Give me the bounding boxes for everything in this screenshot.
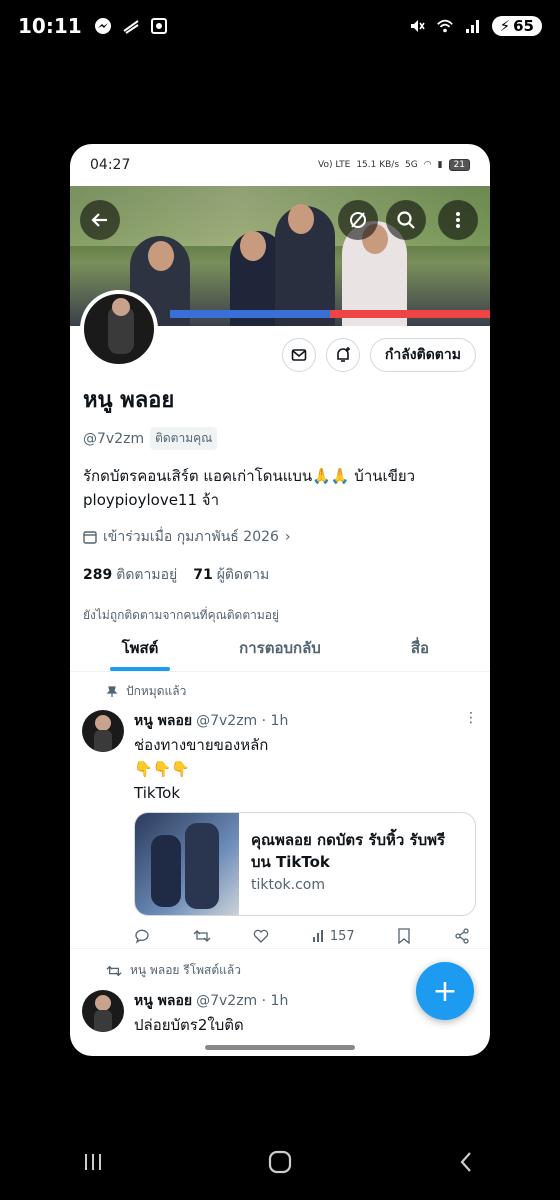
followers-link[interactable]: 71 ผู้ติดตาม: [193, 564, 269, 586]
inner-battery: 21: [448, 159, 470, 171]
back-nav-icon[interactable]: [455, 1150, 479, 1181]
heart-icon: [254, 929, 269, 943]
repost-button[interactable]: [193, 928, 211, 944]
profile-name: หนู พลอย: [83, 388, 175, 413]
joined-date[interactable]: เข้าร่วมเมื่อ กุมภาพันธ์ 2026 ›: [83, 526, 477, 548]
more-vertical-icon: [456, 212, 460, 228]
os-time: 10:11: [18, 14, 82, 38]
envelope-icon: [291, 349, 307, 361]
like-button[interactable]: [253, 928, 269, 944]
back-button[interactable]: [80, 200, 120, 240]
mute-icon: [408, 17, 426, 35]
following-button[interactable]: กำลังติดตาม: [369, 338, 476, 372]
views-button[interactable]: 157: [312, 928, 355, 944]
share-button[interactable]: [454, 928, 470, 944]
tab-media[interactable]: สื่อ: [350, 624, 490, 671]
inner-signal-icon: ▮: [437, 160, 443, 170]
inner-wifi-icon: ◠: [423, 160, 432, 170]
profile-screenshot-card: 04:27 Vo) LTE 15.1 KB/s 5G ◠ ▮ 21 กำลังต…: [70, 144, 490, 1056]
os-status-bar: 10:11 ⚡ 65: [0, 0, 560, 52]
home-indicator: [205, 1045, 355, 1050]
bookmark-icon: [398, 928, 410, 944]
inner-status-bar: 04:27 Vo) LTE 15.1 KB/s 5G ◠ ▮ 21: [70, 144, 490, 186]
pinned-label: ปักหมุดแล้ว: [106, 682, 186, 701]
post-author[interactable]: หนู พลอย: [134, 990, 192, 1012]
share-icon: [455, 928, 469, 944]
profile-bio: รักดบัตรคอนเสิร์ต แอคเก่าโดนแบน🙏🙏 บ้านเข…: [83, 467, 416, 509]
link-preview-image: [135, 813, 239, 915]
link-domain: tiktok.com: [251, 877, 325, 893]
search-icon: [397, 211, 415, 229]
not-followed-note: ยังไม่ถูกติดตามจากคนที่คุณติดตามอยู่: [83, 608, 279, 622]
plus-icon: +: [432, 973, 458, 1009]
post-text-2: 👇👇👇: [134, 760, 191, 778]
profile-info: หนู พลอย @7v2zm ติดตามคุณ รักดบัตรคอนเสิ…: [83, 382, 477, 625]
wifi-icon: [436, 17, 454, 35]
signal-waves-icon: [122, 17, 140, 35]
repost-icon: [193, 930, 211, 942]
inner-time: 04:27: [90, 157, 131, 173]
post-divider: [70, 948, 490, 949]
bell-plus-icon: [337, 347, 350, 362]
post-more-icon[interactable]: ⋮: [464, 710, 478, 726]
following-link[interactable]: 289 ติดตามอยู่: [83, 564, 177, 586]
post-author[interactable]: หนู พลอย: [134, 710, 192, 732]
link-title: คุณพลอย กดบัตร รับหิ้ว รับพรี บน TikTok: [251, 831, 446, 871]
tab-posts[interactable]: โพสต์: [70, 624, 210, 671]
post-text-1: ปล่อยบัตร2ใบติด: [134, 1016, 244, 1034]
grok-button[interactable]: [338, 200, 378, 240]
more-button[interactable]: [438, 200, 478, 240]
reply-button[interactable]: [134, 928, 150, 944]
post-handle-time: @7v2zm · 1h: [196, 713, 289, 729]
android-nav-bar: [0, 1130, 560, 1200]
cell-signal-icon: [464, 17, 482, 35]
recents-icon[interactable]: [81, 1150, 105, 1181]
repost-icon: [106, 965, 122, 976]
arrow-left-icon: [91, 213, 107, 227]
bookmark-button[interactable]: [397, 928, 411, 944]
post-actions: 157: [134, 928, 470, 944]
reply-icon: [135, 929, 149, 944]
post-avatar[interactable]: [82, 990, 124, 1032]
profile-actions: กำลังติดตาม: [281, 338, 476, 372]
battery-leaf-icon: ⚡: [499, 17, 511, 35]
calendar-icon: [83, 531, 97, 544]
message-button[interactable]: [281, 338, 316, 372]
follow-stats: 289 ติดตามอยู่ 71 ผู้ติดตาม: [83, 564, 477, 586]
profile-avatar[interactable]: [80, 290, 158, 368]
chevron-right-icon: ›: [284, 529, 291, 545]
search-button[interactable]: [386, 200, 426, 240]
grok-icon: [350, 212, 366, 228]
home-icon[interactable]: [267, 1149, 293, 1182]
follows-you-badge: ติดตามคุณ: [150, 427, 218, 450]
tab-replies[interactable]: การตอบกลับ: [210, 624, 350, 671]
views-icon: [312, 930, 323, 942]
battery-indicator: ⚡ 65: [491, 16, 542, 36]
link-preview-card[interactable]: คุณพลอย กดบัตร รับหิ้ว รับพรี บน TikTok …: [134, 812, 476, 916]
repost-label: หนู พลอย รีโพสต์แล้ว: [106, 961, 241, 980]
post-handle-time: @7v2zm · 1h: [196, 993, 289, 1009]
post-text-1: ช่องทางขายของหลัก: [134, 736, 269, 754]
views-count: 157: [329, 928, 355, 944]
pin-icon: [106, 685, 118, 697]
profile-handle: @7v2zm: [83, 430, 145, 447]
notify-button[interactable]: [325, 338, 360, 372]
messenger-icon: [94, 17, 112, 35]
post-item[interactable]: ⋮ หนู พลอย @7v2zm · 1h ช่องทางขายของหลัก…: [82, 710, 478, 944]
post-text-3: TikTok: [134, 784, 181, 802]
profile-tabs: โพสต์ การตอบกลับ สื่อ: [70, 624, 490, 672]
compose-button[interactable]: +: [416, 962, 474, 1020]
post-avatar[interactable]: [82, 710, 124, 752]
screenshot-icon: [150, 17, 168, 35]
